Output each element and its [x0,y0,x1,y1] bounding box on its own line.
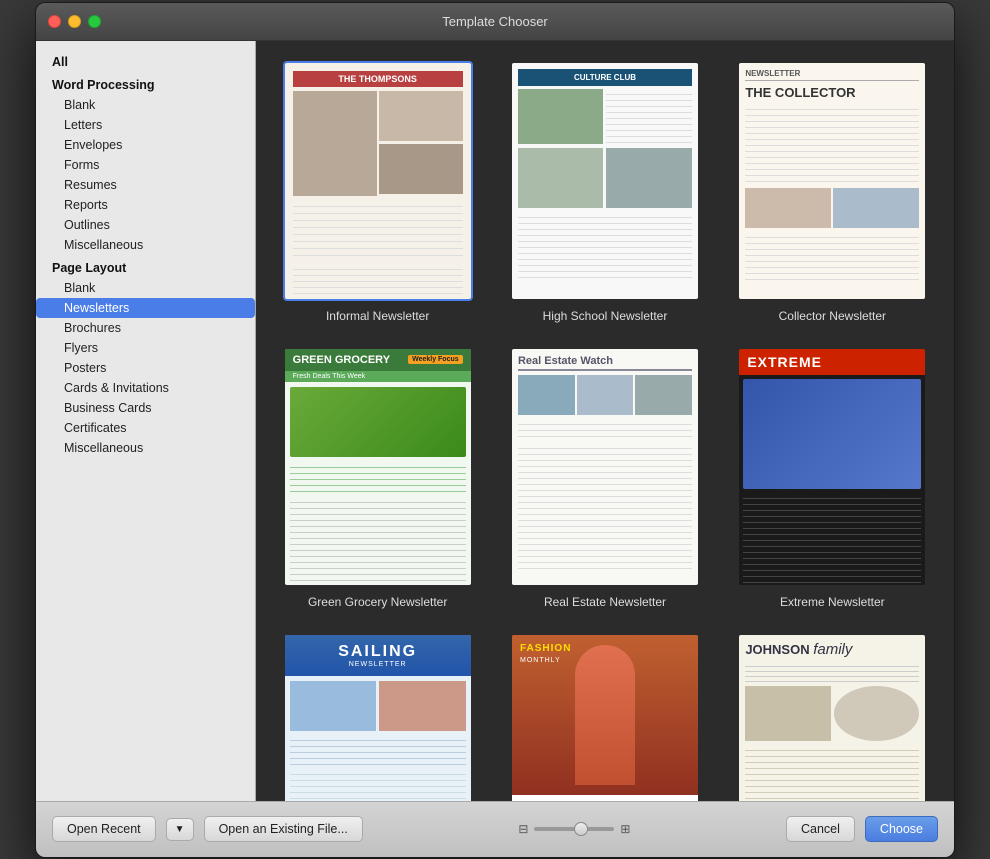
template-thumb-modern: FASHIONMONTHLY [510,633,700,801]
template-item-sailing[interactable]: SAILING NEWSLETTER [276,633,479,801]
cancel-button[interactable]: Cancel [786,816,855,842]
open-existing-button[interactable]: Open an Existing File... [204,816,363,842]
sidebar-item-flyers[interactable]: Flyers [36,338,255,358]
sidebar-item-outlines[interactable]: Outlines [36,215,255,235]
sidebar-item-letters[interactable]: Letters [36,115,255,135]
open-recent-arrow[interactable]: ▼ [166,818,194,841]
template-item-green-grocery[interactable]: GREEN GROCERY Weekly Focus Fresh Deals T… [276,347,479,609]
sidebar-item-envelopes[interactable]: Envelopes [36,135,255,155]
template-item-informal[interactable]: THE THOMPSONS Informal Newsletter [276,61,479,323]
template-item-realestate[interactable]: Real Estate Watch Real Estate Newsletter [503,347,706,609]
zoom-thumb[interactable] [574,822,588,836]
close-button[interactable] [48,15,61,28]
open-recent-button[interactable]: Open Recent [52,816,156,842]
template-thumb-sailing: SAILING NEWSLETTER [283,633,473,801]
choose-button[interactable]: Choose [865,816,938,842]
zoom-out-icon: ⊟ [518,822,528,836]
zoom-in-icon: ⊞ [620,822,630,836]
sidebar-item-brochures[interactable]: Brochures [36,318,255,338]
template-label-informal: Informal Newsletter [326,309,429,323]
sidebar-item-resumes[interactable]: Resumes [36,175,255,195]
window-title: Template Chooser [442,14,548,29]
template-label-extreme: Extreme Newsletter [780,595,885,609]
template-label-collector: Collector Newsletter [779,309,886,323]
content-area: All Word Processing Blank Letters Envelo… [36,41,954,801]
sidebar-item-newsletters[interactable]: Newsletters [36,298,255,318]
sidebar-item-word-processing[interactable]: Word Processing [36,72,255,95]
sidebar-item-cards-invitations[interactable]: Cards & Invitations [36,378,255,398]
template-thumb-collector: NEWSLETTER THE COLLECTOR [737,61,927,301]
maximize-button[interactable] [88,15,101,28]
template-grid-area: THE THOMPSONS Informal Newsletter [256,41,954,801]
sidebar-item-forms[interactable]: Forms [36,155,255,175]
traffic-lights [48,15,101,28]
template-thumb-realestate: Real Estate Watch [510,347,700,587]
sidebar-item-blank-pl[interactable]: Blank [36,278,255,298]
sidebar-item-all[interactable]: All [36,49,255,72]
zoom-slider[interactable]: ⊟ ⊞ [518,822,630,836]
template-chooser-window: Template Chooser All Word Processing Bla… [35,2,955,858]
sidebar-item-posters[interactable]: Posters [36,358,255,378]
template-item-collector[interactable]: NEWSLETTER THE COLLECTOR Collector Newsl… [731,61,934,323]
templates-grid: THE THOMPSONS Informal Newsletter [276,61,934,801]
minimize-button[interactable] [68,15,81,28]
template-thumb-extreme: EXTREME [737,347,927,587]
template-thumb-informal: THE THOMPSONS [283,61,473,301]
zoom-track[interactable] [534,827,614,831]
bottom-bar: Open Recent ▼ Open an Existing File... ⊟… [36,801,954,857]
sidebar: All Word Processing Blank Letters Envelo… [36,41,256,801]
sidebar-item-blank-wp[interactable]: Blank [36,95,255,115]
sidebar-item-certificates[interactable]: Certificates [36,418,255,438]
template-item-family[interactable]: JOHNSON family Family Newsletter [731,633,934,801]
template-label-highschool: High School Newsletter [543,309,668,323]
titlebar: Template Chooser [36,3,954,41]
template-label-green-grocery: Green Grocery Newsletter [308,595,447,609]
sidebar-item-business-cards[interactable]: Business Cards [36,398,255,418]
template-label-realestate: Real Estate Newsletter [544,595,666,609]
template-item-extreme[interactable]: EXTREME Extreme Newsletter [731,347,934,609]
template-thumb-highschool: CULTURE CLUB [510,61,700,301]
sidebar-item-page-layout[interactable]: Page Layout [36,255,255,278]
template-item-modern[interactable]: FASHIONMONTHLY Modern Newsletter [503,633,706,801]
template-thumb-green-grocery: GREEN GROCERY Weekly Focus Fresh Deals T… [283,347,473,587]
template-item-highschool[interactable]: CULTURE CLUB [503,61,706,323]
sidebar-item-misc-wp[interactable]: Miscellaneous [36,235,255,255]
template-thumb-family: JOHNSON family [737,633,927,801]
sidebar-item-misc-pl[interactable]: Miscellaneous [36,438,255,458]
sidebar-item-reports[interactable]: Reports [36,195,255,215]
